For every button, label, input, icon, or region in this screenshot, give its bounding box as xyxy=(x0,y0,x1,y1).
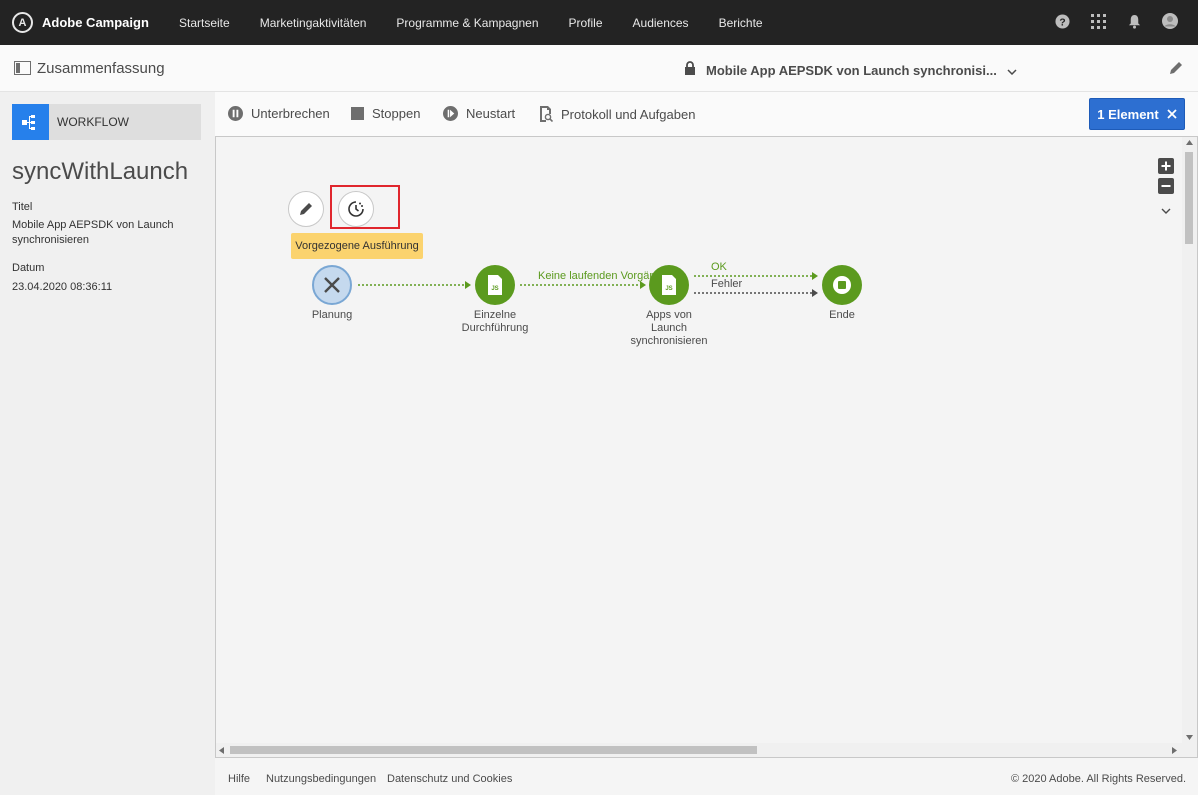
title-value: Mobile App AEPSDK von Launch synchronisi… xyxy=(12,219,174,246)
edge-label-no-running: Keine laufenden Vorgänge xyxy=(538,270,668,282)
nav-item-marketingaktivitaeten[interactable]: Marketingaktivitäten xyxy=(260,16,367,30)
node-planung[interactable] xyxy=(312,265,352,305)
vertical-scrollbar[interactable] xyxy=(1182,137,1197,757)
brand-name[interactable]: Adobe Campaign xyxy=(42,15,149,30)
edit-pencil-icon[interactable] xyxy=(1168,60,1184,81)
summary-title[interactable]: Zusammenfassung xyxy=(37,60,165,77)
svg-text:?: ? xyxy=(1059,17,1065,28)
top-navigation: A Adobe Campaign Startseite Marketingakt… xyxy=(0,0,1198,45)
date-value: 23.04.2020 08:36:11 xyxy=(12,281,113,293)
close-icon xyxy=(1167,109,1177,119)
node-label-line-1: Apps von xyxy=(646,309,692,321)
workflow-canvas[interactable]: Vorgezogene Ausführung Keine laufenden V… xyxy=(215,136,1198,758)
log-label: Protokoll und Aufgaben xyxy=(561,106,696,122)
log-and-tasks-button[interactable]: Protokoll und Aufgaben xyxy=(539,106,695,122)
nav-item-audiences[interactable]: Audiences xyxy=(633,16,689,30)
vertical-scroll-thumb[interactable] xyxy=(1185,152,1193,244)
stop-icon xyxy=(351,107,364,120)
workflow-type-tag: WORKFLOW xyxy=(12,104,201,140)
footer-copyright: © 2020 Adobe. All Rights Reserved. xyxy=(1010,773,1186,785)
footer-link-help[interactable]: Hilfe xyxy=(228,773,250,785)
end-stop-icon xyxy=(833,276,851,294)
lock-icon xyxy=(684,61,696,80)
stop-label: Stoppen xyxy=(372,106,421,121)
svg-text:JS: JS xyxy=(491,286,498,292)
footer-link-privacy[interactable]: Datenschutz und Cookies xyxy=(387,773,512,785)
scroll-down-arrow-icon[interactable] xyxy=(1186,735,1193,740)
workflow-edges xyxy=(358,272,818,297)
horizontal-scroll-thumb[interactable] xyxy=(230,746,757,754)
scheduler-x-icon xyxy=(324,277,340,293)
node-label-line-2: Durchführung xyxy=(461,322,529,334)
node-label-planung: Planung xyxy=(311,309,353,321)
scroll-left-arrow-icon[interactable] xyxy=(219,747,224,754)
workflow-type-label: WORKFLOW xyxy=(57,115,129,129)
restart-button[interactable]: Neustart xyxy=(443,106,515,121)
restart-icon xyxy=(443,106,458,121)
apps-grid-icon[interactable] xyxy=(1090,13,1106,29)
workflow-title: Mobile App AEPSDK von Launch synchronisi… xyxy=(706,63,997,78)
selection-count-label: 1 Element xyxy=(1097,106,1159,122)
notifications-bell-icon[interactable] xyxy=(1126,13,1142,29)
help-icon[interactable]: ? xyxy=(1054,13,1070,29)
summary-bar: Zusammenfassung Mobile App AEPSDK von La… xyxy=(0,45,1198,92)
scroll-up-arrow-icon[interactable] xyxy=(1186,140,1193,145)
node-label-apps-synchronisieren: Apps von Launch synchronisieren xyxy=(619,309,719,348)
node-label-line-2: Launch xyxy=(650,322,688,334)
main-nav: Startseite Marketingaktivitäten Programm… xyxy=(164,16,778,30)
node-apps-synchronisieren[interactable]: JS xyxy=(649,265,689,305)
nav-item-startseite[interactable]: Startseite xyxy=(179,16,230,30)
panel-toggle-icon[interactable] xyxy=(14,61,31,80)
node-einzelne-durchfuehrung[interactable]: JS xyxy=(475,265,515,305)
nav-item-profile[interactable]: Profile xyxy=(569,16,603,30)
footer-link-terms[interactable]: Nutzungsbedingungen xyxy=(266,773,376,785)
stop-button[interactable]: Stoppen xyxy=(351,106,420,121)
node-label-ende: Ende xyxy=(829,309,855,321)
node-label-einzelne-durchfuehrung: Einzelne Durchführung xyxy=(445,309,545,335)
pause-button[interactable]: Unterbrechen xyxy=(228,106,330,121)
date-label: Datum xyxy=(12,262,45,274)
javascript-file-icon: JS xyxy=(488,275,502,295)
nav-item-berichte[interactable]: Berichte xyxy=(719,16,763,30)
log-search-icon xyxy=(540,106,553,122)
top-icons: ? xyxy=(1054,13,1178,29)
pause-label: Unterbrechen xyxy=(251,106,330,121)
edge-label-ok: OK xyxy=(711,261,727,273)
nav-item-programme-kampagnen[interactable]: Programme & Kampagnen xyxy=(396,16,538,30)
workflow-title-dropdown[interactable]: Mobile App AEPSDK von Launch synchronisi… xyxy=(684,61,1017,80)
workflow-name: syncWithLaunch xyxy=(12,158,189,185)
workflow-toolbar: Unterbrechen Stoppen Neustart Protokoll … xyxy=(215,92,1198,136)
footer: Hilfe Nutzungsbedingungen Datenschutz un… xyxy=(215,758,1198,795)
javascript-file-icon: JS xyxy=(662,275,676,295)
node-label-line-3: synchronisieren xyxy=(630,335,708,347)
node-label-line-1: Einzelne xyxy=(473,309,517,321)
left-summary-panel: WORKFLOW syncWithLaunch Titel Mobile App… xyxy=(0,92,215,795)
workflow-icon xyxy=(12,104,49,140)
horizontal-scrollbar[interactable] xyxy=(216,743,1182,757)
chevron-down-icon xyxy=(1007,62,1017,80)
node-ende[interactable] xyxy=(822,265,862,305)
title-label: Titel xyxy=(12,201,33,213)
edge-label-error: Fehler xyxy=(711,278,743,290)
restart-label: Neustart xyxy=(466,106,516,121)
pause-icon xyxy=(228,106,243,121)
selection-count-button[interactable]: 1 Element xyxy=(1089,98,1185,130)
adobe-campaign-logo-icon[interactable]: A xyxy=(12,12,33,33)
svg-text:JS: JS xyxy=(665,286,672,292)
scroll-right-arrow-icon[interactable] xyxy=(1172,747,1177,754)
user-avatar-icon[interactable] xyxy=(1162,13,1178,29)
